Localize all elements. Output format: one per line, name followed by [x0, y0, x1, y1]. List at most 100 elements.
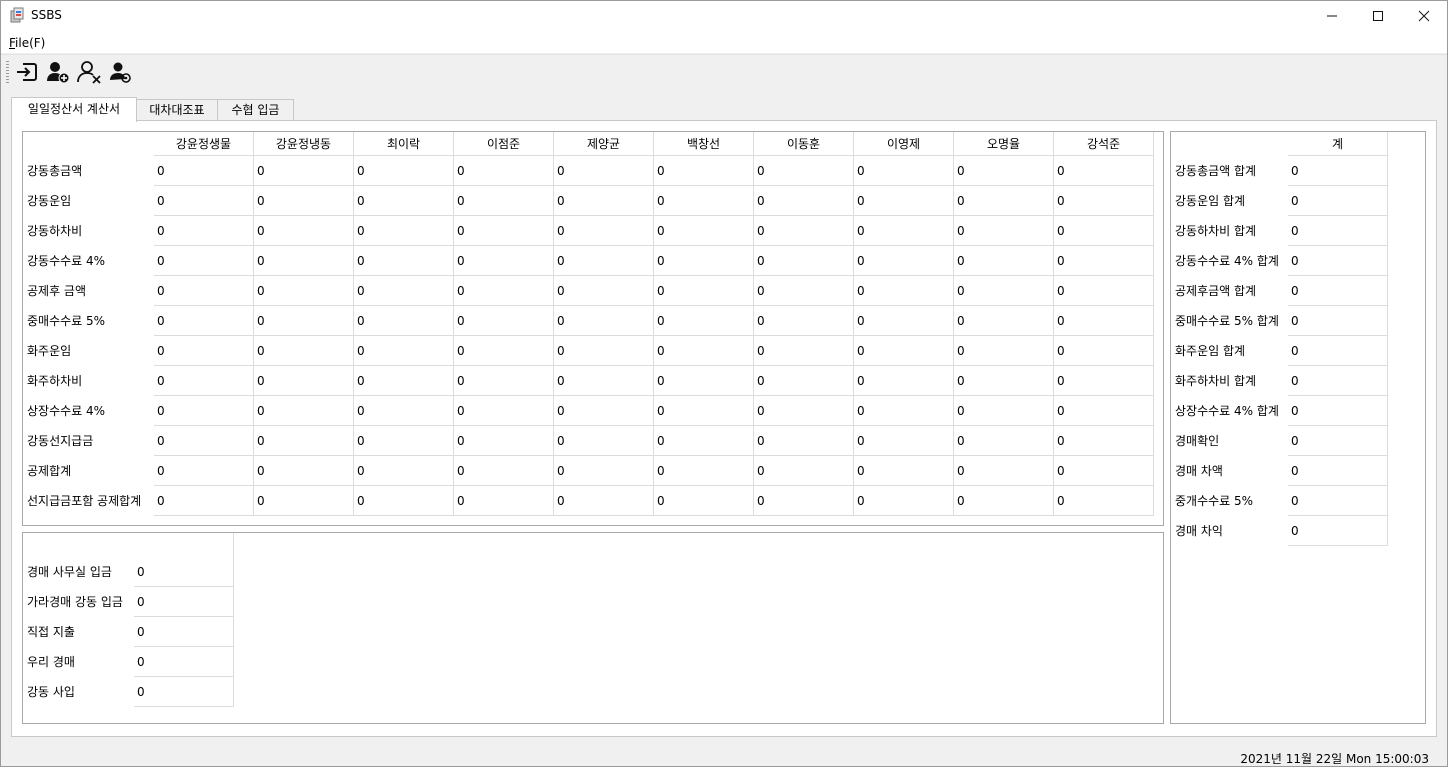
value-cell[interactable]: 0: [354, 156, 454, 186]
value-cell[interactable]: 0: [1054, 456, 1154, 486]
totals-value-cell[interactable]: 0: [1288, 426, 1388, 456]
totals-value-cell[interactable]: 0: [1288, 156, 1388, 186]
value-cell[interactable]: 0: [854, 486, 954, 516]
totals-value-cell[interactable]: 0: [1288, 306, 1388, 336]
value-cell[interactable]: 0: [154, 456, 254, 486]
value-cell[interactable]: 0: [554, 456, 654, 486]
value-cell[interactable]: 0: [154, 246, 254, 276]
value-cell[interactable]: 0: [454, 486, 554, 516]
totals-value-cell[interactable]: 0: [1288, 276, 1388, 306]
totals-value-cell[interactable]: 0: [1288, 516, 1388, 546]
value-cell[interactable]: 0: [854, 306, 954, 336]
value-cell[interactable]: 0: [954, 366, 1054, 396]
value-cell[interactable]: 0: [554, 306, 654, 336]
add-user-button[interactable]: [45, 59, 71, 85]
value-cell[interactable]: 0: [654, 486, 754, 516]
value-cell[interactable]: 0: [854, 156, 954, 186]
value-cell[interactable]: 0: [454, 456, 554, 486]
maximize-button[interactable]: [1355, 1, 1401, 31]
value-cell[interactable]: 0: [1054, 336, 1154, 366]
value-cell[interactable]: 0: [754, 366, 854, 396]
totals-value-cell[interactable]: 0: [1288, 486, 1388, 516]
value-cell[interactable]: 0: [554, 396, 654, 426]
value-cell[interactable]: 0: [154, 336, 254, 366]
value-cell[interactable]: 0: [654, 216, 754, 246]
value-cell[interactable]: 0: [154, 216, 254, 246]
value-cell[interactable]: 0: [254, 186, 354, 216]
tab-balance-sheet[interactable]: 대차대조표: [136, 99, 218, 121]
value-cell[interactable]: 0: [354, 366, 454, 396]
value-cell[interactable]: 0: [854, 456, 954, 486]
value-cell[interactable]: 0: [954, 186, 1054, 216]
value-cell[interactable]: 0: [954, 486, 1054, 516]
value-cell[interactable]: 0: [454, 336, 554, 366]
value-cell[interactable]: 0: [554, 216, 654, 246]
totals-value-cell[interactable]: 0: [1288, 456, 1388, 486]
value-cell[interactable]: 0: [454, 276, 554, 306]
value-cell[interactable]: 0: [654, 246, 754, 276]
close-button[interactable]: [1401, 1, 1447, 31]
user-settings-button[interactable]: [107, 59, 133, 85]
value-cell[interactable]: 0: [354, 486, 454, 516]
value-cell[interactable]: 0: [854, 276, 954, 306]
value-cell[interactable]: 0: [354, 306, 454, 336]
value-cell[interactable]: 0: [754, 486, 854, 516]
value-cell[interactable]: 0: [754, 396, 854, 426]
value-cell[interactable]: 0: [754, 186, 854, 216]
deposit-value-cell[interactable]: 0: [134, 647, 234, 677]
value-cell[interactable]: 0: [754, 456, 854, 486]
value-cell[interactable]: 0: [354, 396, 454, 426]
value-cell[interactable]: 0: [654, 336, 754, 366]
value-cell[interactable]: 0: [154, 276, 254, 306]
value-cell[interactable]: 0: [854, 336, 954, 366]
value-cell[interactable]: 0: [454, 246, 554, 276]
value-cell[interactable]: 0: [254, 246, 354, 276]
value-cell[interactable]: 0: [754, 336, 854, 366]
tab-daily-settlement[interactable]: 일일정산서 계산서: [11, 97, 137, 122]
value-cell[interactable]: 0: [454, 426, 554, 456]
value-cell[interactable]: 0: [154, 186, 254, 216]
value-cell[interactable]: 0: [754, 156, 854, 186]
value-cell[interactable]: 0: [754, 426, 854, 456]
deposit-value-cell[interactable]: 0: [134, 587, 234, 617]
value-cell[interactable]: 0: [554, 336, 654, 366]
value-cell[interactable]: 0: [454, 216, 554, 246]
value-cell[interactable]: 0: [1054, 486, 1154, 516]
totals-value-cell[interactable]: 0: [1288, 396, 1388, 426]
totals-value-cell[interactable]: 0: [1288, 246, 1388, 276]
value-cell[interactable]: 0: [554, 246, 654, 276]
value-cell[interactable]: 0: [154, 426, 254, 456]
value-cell[interactable]: 0: [354, 186, 454, 216]
value-cell[interactable]: 0: [654, 426, 754, 456]
value-cell[interactable]: 0: [1054, 276, 1154, 306]
totals-value-cell[interactable]: 0: [1288, 186, 1388, 216]
remove-user-button[interactable]: [76, 59, 102, 85]
value-cell[interactable]: 0: [854, 396, 954, 426]
value-cell[interactable]: 0: [754, 246, 854, 276]
deposit-value-cell[interactable]: 0: [134, 557, 234, 587]
value-cell[interactable]: 0: [654, 396, 754, 426]
value-cell[interactable]: 0: [954, 276, 1054, 306]
value-cell[interactable]: 0: [254, 396, 354, 426]
value-cell[interactable]: 0: [354, 276, 454, 306]
value-cell[interactable]: 0: [554, 186, 654, 216]
value-cell[interactable]: 0: [954, 396, 1054, 426]
value-cell[interactable]: 0: [354, 456, 454, 486]
value-cell[interactable]: 0: [254, 456, 354, 486]
value-cell[interactable]: 0: [554, 426, 654, 456]
value-cell[interactable]: 0: [854, 426, 954, 456]
value-cell[interactable]: 0: [454, 156, 554, 186]
value-cell[interactable]: 0: [454, 186, 554, 216]
value-cell[interactable]: 0: [154, 306, 254, 336]
value-cell[interactable]: 0: [954, 246, 1054, 276]
value-cell[interactable]: 0: [954, 426, 1054, 456]
value-cell[interactable]: 0: [1054, 366, 1154, 396]
totals-value-cell[interactable]: 0: [1288, 366, 1388, 396]
value-cell[interactable]: 0: [454, 396, 554, 426]
value-cell[interactable]: 0: [154, 366, 254, 396]
totals-value-cell[interactable]: 0: [1288, 336, 1388, 366]
value-cell[interactable]: 0: [354, 246, 454, 276]
value-cell[interactable]: 0: [254, 306, 354, 336]
value-cell[interactable]: 0: [154, 156, 254, 186]
value-cell[interactable]: 0: [654, 456, 754, 486]
